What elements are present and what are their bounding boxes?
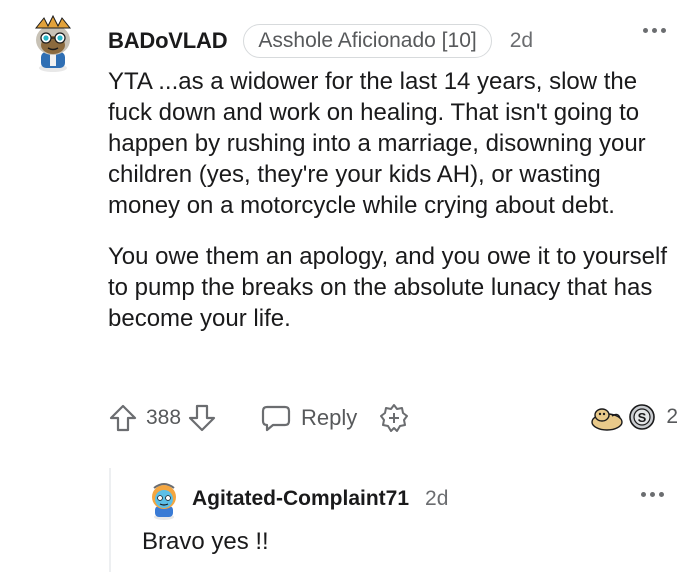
reply-username[interactable]: Agitated-Complaint71 bbox=[192, 487, 409, 511]
wholesome-seal-award-icon bbox=[591, 408, 624, 431]
awards-received[interactable]: S 2 bbox=[590, 402, 678, 432]
reply-label: Reply bbox=[301, 405, 358, 430]
arrow-up-icon[interactable] bbox=[108, 403, 138, 433]
comment-paragraph: You owe them an apology, and you owe it … bbox=[108, 243, 668, 332]
reply-button[interactable]: Reply bbox=[261, 403, 357, 433]
comment-body: YTA ...as a widower for the last 14 year… bbox=[108, 66, 678, 354]
reply-user-avatar[interactable] bbox=[144, 478, 184, 520]
comment-header: BADoVLAD Asshole Aficionado [10] 2d bbox=[108, 24, 533, 58]
reply-more-options-icon[interactable] bbox=[641, 492, 664, 497]
arrow-down-icon[interactable] bbox=[187, 403, 217, 433]
user-flair: Asshole Aficionado [10] bbox=[243, 24, 492, 58]
vote-score: 388 bbox=[146, 406, 182, 429]
comment-username[interactable]: BADoVLAD bbox=[108, 28, 228, 54]
award-count: 2 bbox=[666, 405, 678, 428]
reply-header: Agitated-Complaint71 2d bbox=[192, 484, 448, 514]
reply-body: Bravo yes !! bbox=[142, 528, 269, 555]
user-avatar[interactable] bbox=[24, 12, 82, 72]
speech-bubble-icon bbox=[261, 405, 291, 432]
reply-timestamp[interactable]: 2d bbox=[425, 487, 448, 511]
svg-text:S: S bbox=[638, 410, 647, 425]
silver-award-icon: S bbox=[629, 404, 656, 430]
comment-paragraph: YTA ...as a widower for the last 14 year… bbox=[108, 68, 646, 219]
award-plus-icon[interactable] bbox=[379, 403, 409, 433]
comment-actions: 388 Reply bbox=[108, 398, 668, 438]
comment-timestamp[interactable]: 2d bbox=[510, 29, 533, 53]
comment-thread: BADoVLAD Asshole Aficionado [10] 2d YTA … bbox=[0, 0, 700, 572]
thread-line[interactable] bbox=[109, 468, 111, 572]
more-options-icon[interactable] bbox=[643, 28, 666, 33]
